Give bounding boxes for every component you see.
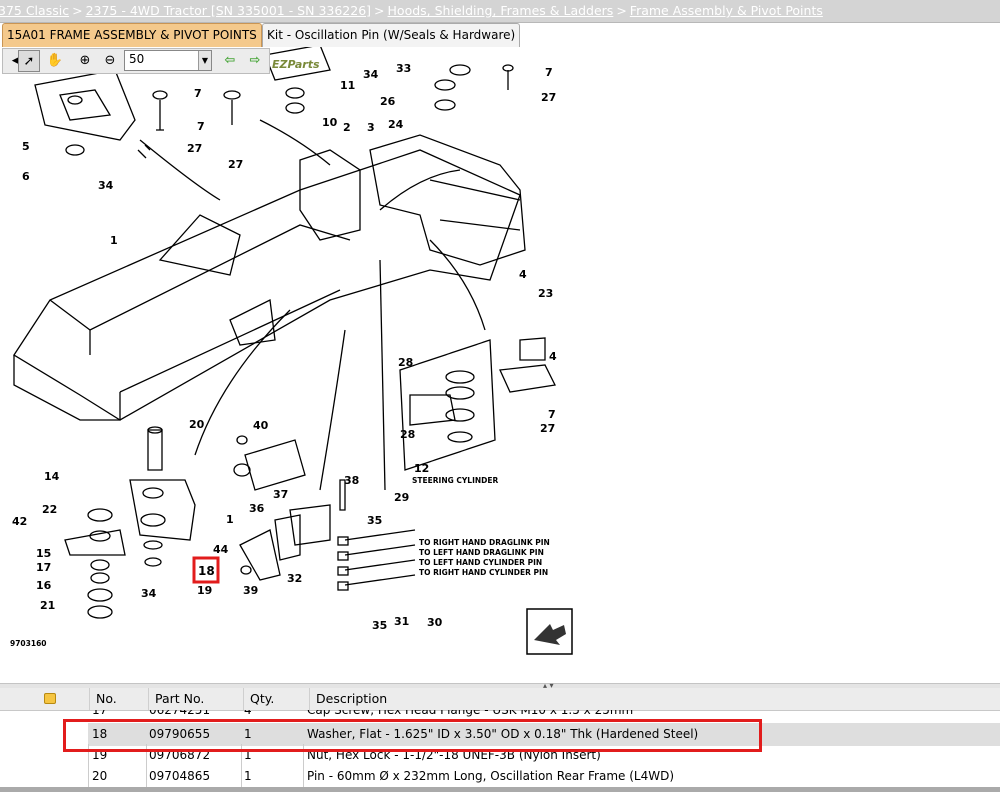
svg-text:31: 31 [394,615,409,628]
back-arrow-icon[interactable]: ⇦ [220,50,240,70]
parts-grid-header: No. Part No. Qty. Description [0,688,1000,711]
zoom-out-icon[interactable]: ⊖ [100,50,120,70]
svg-text:4: 4 [519,268,527,281]
column-header-description[interactable]: Description [309,688,996,710]
steering-cylinder-note: STEERING CYLINDER [412,476,499,485]
svg-text:4: 4 [549,350,557,363]
svg-text:39: 39 [243,584,258,597]
column-header-no[interactable]: No. [89,688,148,710]
svg-text:22: 22 [42,503,57,516]
svg-text:14: 14 [44,470,60,483]
svg-text:16: 16 [36,579,52,592]
svg-text:21: 21 [40,599,55,612]
svg-text:30: 30 [427,616,443,629]
pointer-tool-icon[interactable]: ➚ [18,50,40,72]
svg-text:36: 36 [249,502,265,515]
zoom-value: 50 [129,52,145,66]
svg-text:28: 28 [400,428,415,441]
svg-text:27: 27 [228,158,243,171]
breadcrumb-link-category[interactable]: Hoods, Shielding, Frames & Ladders [388,3,614,18]
svg-text:34: 34 [98,179,114,192]
svg-text:34: 34 [141,587,157,600]
breadcrumb-link-model[interactable]: 375 Classic [0,3,69,18]
right-draglink-note: TO RIGHT HAND DRAGLINK PIN [419,538,550,547]
svg-text:6: 6 [22,170,30,183]
breadcrumb-link-page[interactable]: Frame Assembly & Pivot Points [630,3,823,18]
svg-text:29: 29 [394,491,409,504]
svg-text:27: 27 [540,422,555,435]
chevron-down-icon[interactable]: ▼ [198,51,211,70]
svg-text:44: 44 [213,543,229,556]
left-draglink-note: TO LEFT HAND DRAGLINK PIN [419,548,544,557]
svg-text:34: 34 [363,68,379,81]
navigate-arrow-icon[interactable] [526,608,573,655]
svg-text:33: 33 [396,62,411,75]
right-cylinder-note: TO RIGHT HAND CYLINDER PIN [419,568,548,577]
svg-text:38: 38 [344,474,359,487]
breadcrumb-separator: > [374,3,385,18]
breadcrumb-separator: > [616,3,627,18]
figure-number: 9703160 [10,639,47,648]
column-header-part-no[interactable]: Part No. [148,688,241,710]
breadcrumb-separator: > [72,3,83,18]
tab-oscillation-pin-kit[interactable]: Kit - Oscillation Pin (W/Seals & Hardwar… [262,23,521,47]
svg-text:40: 40 [253,419,269,432]
svg-text:19: 19 [197,584,212,597]
selected-row-highlight [63,719,762,752]
breadcrumb-link-tractor[interactable]: 2375 - 4WD Tractor [SN 335001 - SN 33622… [86,3,371,18]
svg-text:12: 12 [414,462,429,475]
svg-text:27: 27 [187,142,202,155]
svg-text:1: 1 [110,234,118,247]
svg-text:35: 35 [372,619,387,632]
zoom-in-icon[interactable]: ⊕ [75,50,95,70]
tab-frame-assembly[interactable]: 15A01 FRAME ASSEMBLY & PIVOT POINTS [2,23,262,47]
svg-text:26: 26 [380,95,396,108]
row-qty: 1 [244,769,252,783]
svg-text:27: 27 [541,91,556,104]
cart-column-icon[interactable] [44,693,56,704]
zoom-select[interactable]: 50 ▼ [124,50,212,71]
svg-text:24: 24 [388,118,404,131]
callout-18[interactable]: 18 [198,564,215,578]
svg-text:2: 2 [343,121,351,134]
svg-text:28: 28 [398,356,413,369]
svg-text:32: 32 [287,572,302,585]
breadcrumb: 375 Classic >2375 - 4WD Tractor [SN 33500… [0,0,1000,23]
row-part-no: 09704865 [149,769,211,783]
row-no: 20 [92,769,108,783]
svg-text:17: 17 [36,561,51,574]
viewer-toolbar: ◂ ➚ ✋ ⊕ ⊖ 50 ▼ ⇦ ⇨ [2,48,270,74]
svg-text:7: 7 [548,408,556,421]
svg-text:5: 5 [22,140,30,153]
table-row[interactable]: 20 09704865 1 Pin - 60mm Ø x 232mm Long,… [0,767,1000,786]
svg-text:7: 7 [545,66,553,79]
svg-text:20: 20 [189,418,205,431]
svg-text:7: 7 [197,120,205,133]
pan-hand-icon[interactable]: ✋ [45,50,65,70]
ezparts-logo-text: EZParts [272,58,320,71]
svg-text:35: 35 [367,514,382,527]
row-description: Pin - 60mm Ø x 232mm Long, Oscillation R… [307,769,675,783]
svg-text:15: 15 [36,547,51,560]
svg-text:37: 37 [273,488,288,501]
svg-text:11: 11 [340,79,355,92]
parts-diagram: 3411 33 7 275 634 77 2727 2624 10 2 31 423… [10,47,573,655]
ezparts-logo-icon: EZParts [272,58,320,71]
horizontal-scrollbar[interactable] [0,787,1000,792]
forward-arrow-icon[interactable]: ⇨ [245,50,265,70]
left-cylinder-note: TO LEFT HAND CYLINDER PIN [419,558,542,567]
svg-text:1: 1 [226,513,234,526]
column-header-qty[interactable]: Qty. [243,688,302,710]
svg-text:42: 42 [12,515,27,528]
svg-text:10: 10 [322,116,338,129]
svg-text:23: 23 [538,287,553,300]
svg-text:7: 7 [194,87,202,100]
svg-text:3: 3 [367,121,375,134]
